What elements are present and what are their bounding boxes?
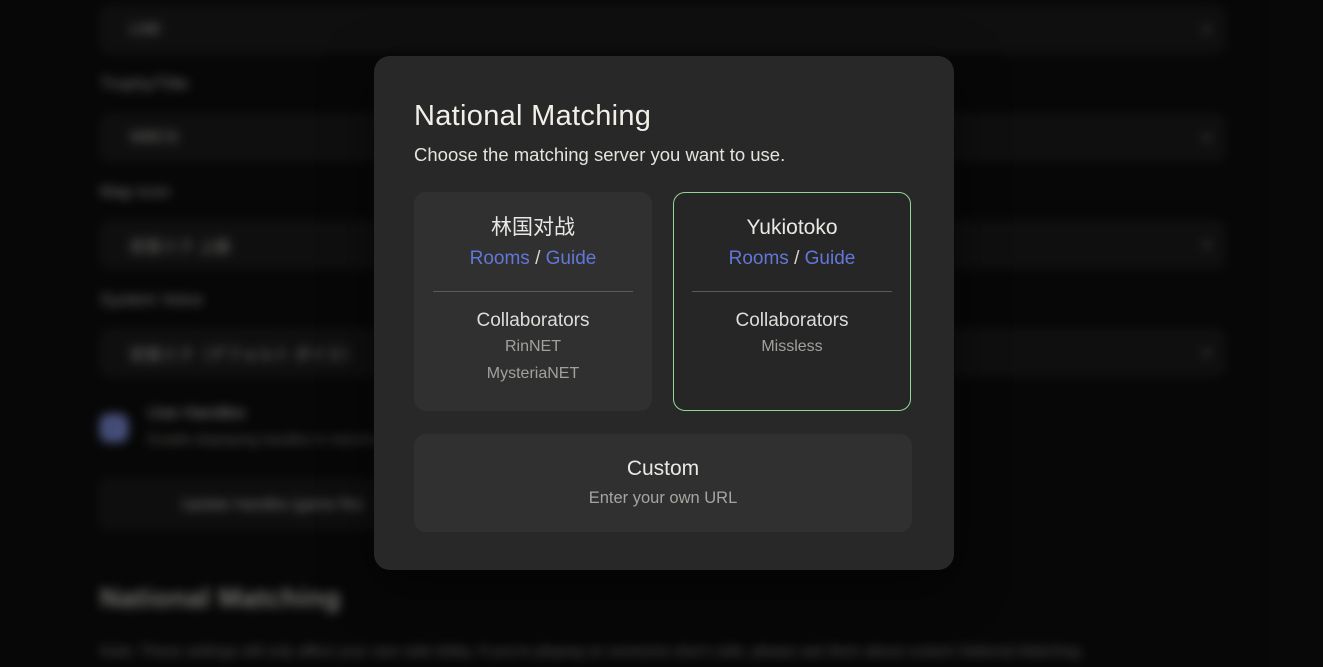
server-name: Yukiotoko: [746, 215, 837, 241]
collaborators-heading: Collaborators: [736, 309, 849, 333]
server-card-linguo[interactable]: 林国对战 Rooms / Guide Collaborators RinNET …: [414, 192, 652, 411]
custom-server-card[interactable]: Custom Enter your own URL: [414, 434, 912, 532]
modal-subtitle: Choose the matching server you want to u…: [414, 144, 914, 166]
server-card-row: 林国对战 Rooms / Guide Collaborators RinNET …: [414, 192, 914, 411]
rooms-link[interactable]: Rooms: [729, 248, 789, 269]
custom-card-subtitle: Enter your own URL: [414, 489, 912, 508]
national-matching-modal: National Matching Choose the matching se…: [374, 56, 954, 570]
collaborator-name: RinNET: [505, 333, 561, 360]
link-separator: /: [535, 248, 546, 269]
server-links: Rooms / Guide: [729, 248, 856, 270]
collaborator-name: MysteriaNET: [487, 360, 579, 387]
collaborators-heading: Collaborators: [477, 309, 590, 333]
server-card-yukiotoko[interactable]: Yukiotoko Rooms / Guide Collaborators Mi…: [673, 192, 911, 411]
server-links: Rooms / Guide: [470, 248, 597, 270]
collaborator-name: Missless: [761, 333, 822, 360]
card-divider: [692, 291, 892, 292]
custom-card-title: Custom: [414, 456, 912, 482]
modal-title: National Matching: [414, 100, 914, 133]
rooms-link[interactable]: Rooms: [470, 248, 530, 269]
guide-link[interactable]: Guide: [805, 248, 856, 269]
link-separator: /: [794, 248, 805, 269]
guide-link[interactable]: Guide: [546, 248, 597, 269]
card-divider: [433, 291, 633, 292]
server-name: 林国对战: [491, 215, 575, 241]
